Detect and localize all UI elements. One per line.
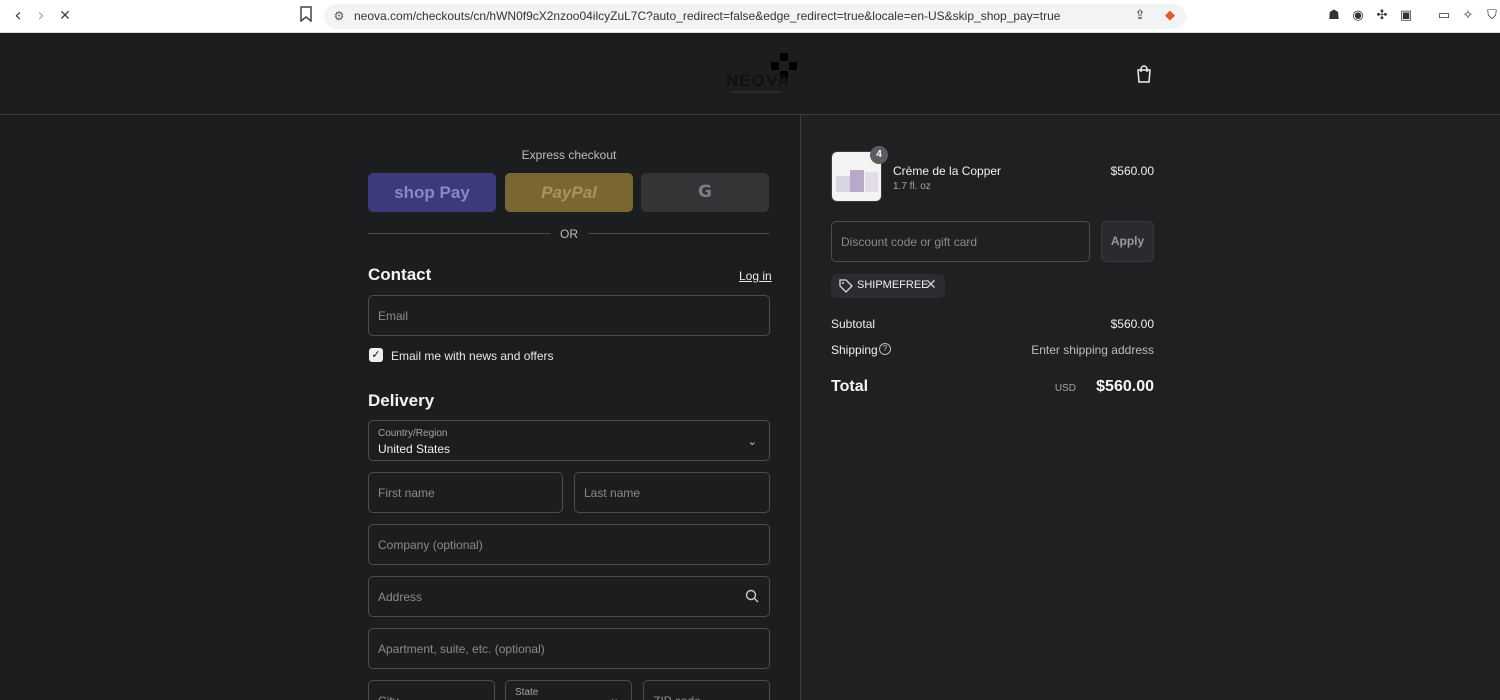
address-input[interactable] — [369, 577, 769, 616]
product-price: $560.00 — [1110, 164, 1154, 178]
first-name-input[interactable] — [369, 473, 562, 512]
quantity-badge: 4 — [870, 146, 888, 164]
country-label: Country/Region — [378, 428, 448, 439]
site-header: NEOVA — [0, 33, 1500, 115]
brave-shield-icon[interactable]: ◆ — [1162, 8, 1178, 24]
bookmark-icon[interactable] — [296, 6, 316, 26]
login-link[interactable]: Log in — [739, 269, 772, 283]
chevron-down-icon: ⌄ — [747, 435, 757, 448]
delivery-heading: Delivery — [368, 391, 435, 410]
logo-text[interactable]: NEOVA — [726, 71, 790, 91]
discount-input[interactable] — [832, 222, 1089, 261]
apply-button[interactable]: Apply — [1101, 221, 1154, 262]
company-input[interactable] — [369, 525, 769, 564]
forward-icon[interactable]: › — [31, 6, 51, 26]
email-input[interactable] — [369, 296, 769, 335]
vpn-shield-icon[interactable]: ⛉ — [1484, 8, 1500, 24]
chevron-down-icon: ⌄ — [609, 692, 619, 700]
browser-toolbar: ‹ › ✕ ⚙ neova.com/checkouts/cn/hWN0f9cX2… — [0, 0, 1500, 33]
newsletter-label[interactable]: Email me with news and offers — [391, 349, 554, 363]
logo-tagline — [731, 91, 781, 93]
stop-loading-icon[interactable]: ✕ — [55, 6, 75, 26]
state-label: State — [515, 687, 539, 698]
first-name-field[interactable] — [368, 472, 563, 513]
extension-icon[interactable]: ◉ — [1350, 8, 1366, 24]
last-name-input[interactable] — [575, 473, 769, 512]
city-field[interactable] — [368, 680, 495, 700]
search-icon — [745, 589, 759, 603]
paypal-button[interactable]: PayPal — [505, 173, 633, 212]
subtotal-value: $560.00 — [1110, 317, 1154, 331]
site-settings-icon[interactable]: ⚙ — [332, 9, 346, 23]
extension-icon[interactable]: ▣ — [1398, 8, 1414, 24]
product-name: Crème de la Copper — [893, 164, 1002, 178]
column-divider — [800, 115, 801, 700]
extension-icon[interactable]: ☗ — [1326, 8, 1342, 24]
company-field[interactable] — [368, 524, 770, 565]
order-summary-panel — [801, 115, 1500, 700]
state-select[interactable]: State ⌄ — [505, 680, 632, 700]
address-field[interactable] — [368, 576, 770, 617]
discount-code: SHIPMEFREE — [857, 279, 929, 291]
city-input[interactable] — [369, 681, 494, 700]
address-bar[interactable]: ⚙ neova.com/checkouts/cn/hWN0f9cX2nzoo04… — [324, 4, 1186, 29]
shopping-bag-icon[interactable] — [1136, 65, 1154, 83]
apartment-input[interactable] — [369, 629, 769, 668]
apartment-field[interactable] — [368, 628, 770, 669]
ai-sparkle-icon[interactable]: ✧ — [1460, 8, 1476, 24]
discount-tag: SHIPMEFREE ✕ — [831, 274, 945, 298]
google-pay-button[interactable]: G — [641, 173, 769, 212]
or-separator: OR — [560, 227, 578, 241]
remove-discount-icon[interactable]: ✕ — [925, 277, 937, 293]
express-checkout-title: Express checkout — [521, 148, 617, 162]
last-name-field[interactable] — [574, 472, 770, 513]
zip-input[interactable] — [644, 681, 769, 700]
total-value: $560.00 — [1096, 378, 1154, 395]
back-icon[interactable]: ‹ — [8, 6, 28, 26]
divider-line — [588, 233, 770, 234]
wallet-icon[interactable]: ▭ — [1436, 8, 1452, 24]
total-label: Total — [831, 378, 869, 395]
subtotal-label: Subtotal — [831, 317, 876, 331]
newsletter-checkbox[interactable]: ✓ — [369, 348, 383, 362]
share-icon[interactable]: ⇪ — [1132, 8, 1148, 24]
help-icon[interactable]: ? — [879, 343, 891, 355]
url-text[interactable]: neova.com/checkouts/cn/hWN0f9cX2nzoo04il… — [354, 9, 1060, 23]
shipping-value: Enter shipping address — [1031, 343, 1154, 357]
shop-pay-button[interactable]: shop Pay — [368, 173, 496, 212]
tag-icon — [839, 279, 853, 293]
shipping-label: Shipping — [831, 343, 878, 357]
extensions-puzzle-icon[interactable]: ✣ — [1374, 8, 1390, 24]
product-variant: 1.7 fl. oz — [893, 181, 931, 192]
contact-heading: Contact — [368, 265, 432, 284]
email-field[interactable] — [368, 295, 770, 336]
discount-field[interactable] — [831, 221, 1090, 262]
country-select[interactable]: Country/Region United States ⌄ — [368, 420, 770, 461]
country-value: United States — [378, 442, 451, 456]
divider-line — [368, 233, 550, 234]
zip-field[interactable] — [643, 680, 770, 700]
